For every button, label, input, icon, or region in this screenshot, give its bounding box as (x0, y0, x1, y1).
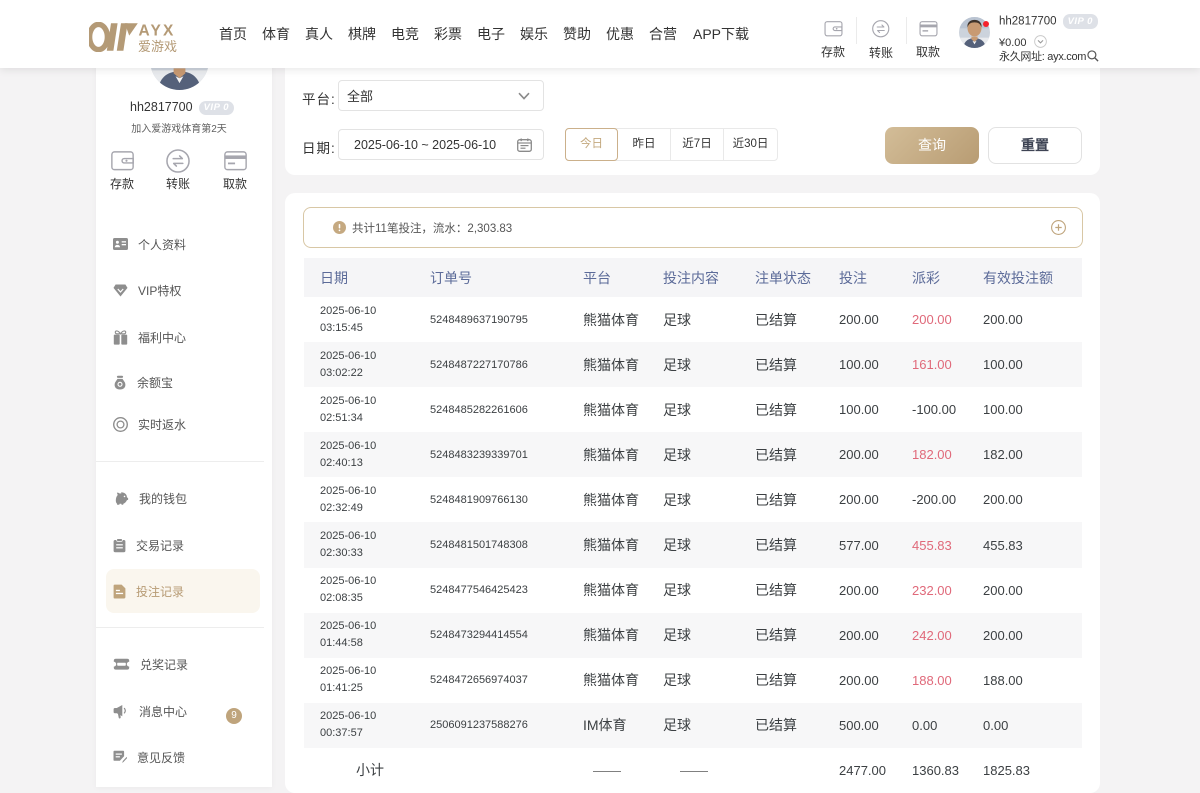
svg-text:AYX: AYX (139, 23, 176, 40)
svg-text:爱游戏: 爱游戏 (138, 39, 177, 52)
